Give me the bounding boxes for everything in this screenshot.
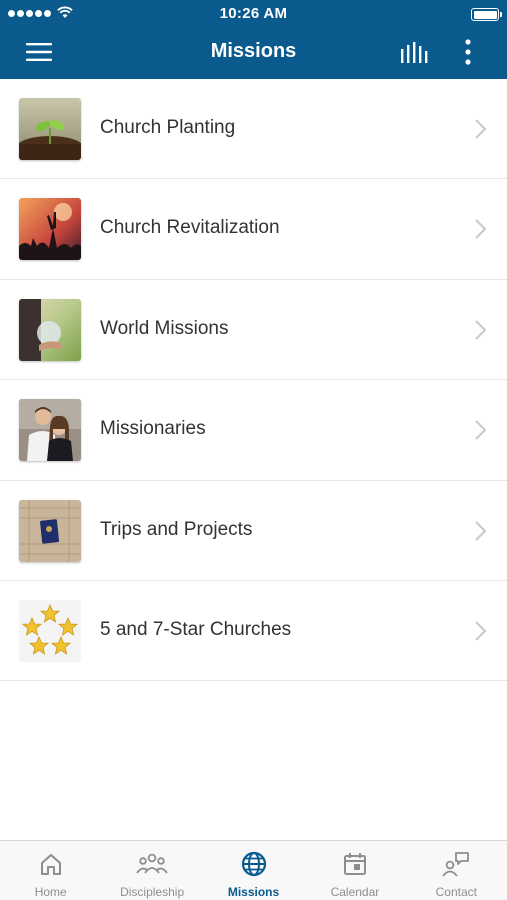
- app-header: 10:26 AM Missions: [0, 0, 507, 79]
- contact-icon: [442, 852, 470, 877]
- home-icon: [40, 854, 61, 875]
- list-item-star-churches[interactable]: 5 and 7-Star Churches: [0, 580, 507, 682]
- tab-label: Calendar: [330, 885, 380, 899]
- tab-contact[interactable]: Contact: [406, 841, 507, 900]
- tab-missions[interactable]: Missions: [203, 841, 304, 900]
- list-item-world-missions[interactable]: World Missions: [0, 279, 507, 381]
- group-icon: [136, 853, 168, 874]
- tab-bar: Home Discipleship Missions Calendar Cont…: [0, 840, 507, 900]
- chevron-right-icon: [475, 119, 487, 139]
- status-time: 10:26 AM: [219, 5, 288, 22]
- tab-label: Contact: [435, 885, 477, 899]
- chevron-right-icon: [475, 520, 487, 541]
- sprout-thumbnail: [19, 98, 81, 160]
- passport-thumbnail: [19, 499, 81, 562]
- list-item-missionaries[interactable]: Missionaries: [0, 380, 507, 481]
- tab-home[interactable]: Home: [0, 841, 101, 900]
- chevron-right-icon: [475, 420, 487, 440]
- list-item-label: World Missions: [100, 317, 229, 339]
- list-item-church-revitalization[interactable]: Church Revitalization: [0, 179, 507, 280]
- list-item-label: Church Planting: [100, 117, 236, 138]
- list-item-label: 5 and 7-Star Churches: [100, 618, 292, 640]
- globe-hands-thumbnail: [19, 298, 81, 361]
- list-item-label: Missionaries: [100, 418, 206, 440]
- chevron-right-icon: [475, 320, 487, 340]
- status-bar: 10:26 AM: [0, 0, 507, 28]
- stars-thumbnail: [19, 599, 81, 662]
- worship-crowd-thumbnail: [19, 198, 81, 261]
- list-item-label: Church Revitalization: [100, 217, 280, 239]
- menu-icon[interactable]: [24, 40, 54, 64]
- tab-label: Missions: [227, 885, 280, 899]
- calendar-icon: [343, 853, 366, 875]
- list-item-label: Trips and Projects: [100, 518, 253, 540]
- chevron-right-icon: [475, 219, 487, 240]
- battery-icon: [471, 8, 502, 21]
- tab-label: Home: [34, 885, 67, 899]
- list-item-church-planting[interactable]: Church Planting: [0, 79, 507, 180]
- more-vertical-icon[interactable]: [460, 38, 476, 66]
- chevron-right-icon: [475, 621, 487, 641]
- tab-label: Discipleship: [120, 885, 185, 899]
- tab-discipleship[interactable]: Discipleship: [101, 841, 202, 900]
- missionary-couple-thumbnail: [19, 399, 81, 462]
- bar-chart-icon[interactable]: [398, 40, 430, 66]
- globe-icon: [241, 851, 266, 877]
- list-item-trips-and-projects[interactable]: Trips and Projects: [0, 480, 507, 581]
- page-title: Missions: [210, 40, 297, 62]
- tab-calendar[interactable]: Calendar: [304, 841, 405, 900]
- missions-list: Church Planting Church Revitalization Wo…: [0, 79, 507, 682]
